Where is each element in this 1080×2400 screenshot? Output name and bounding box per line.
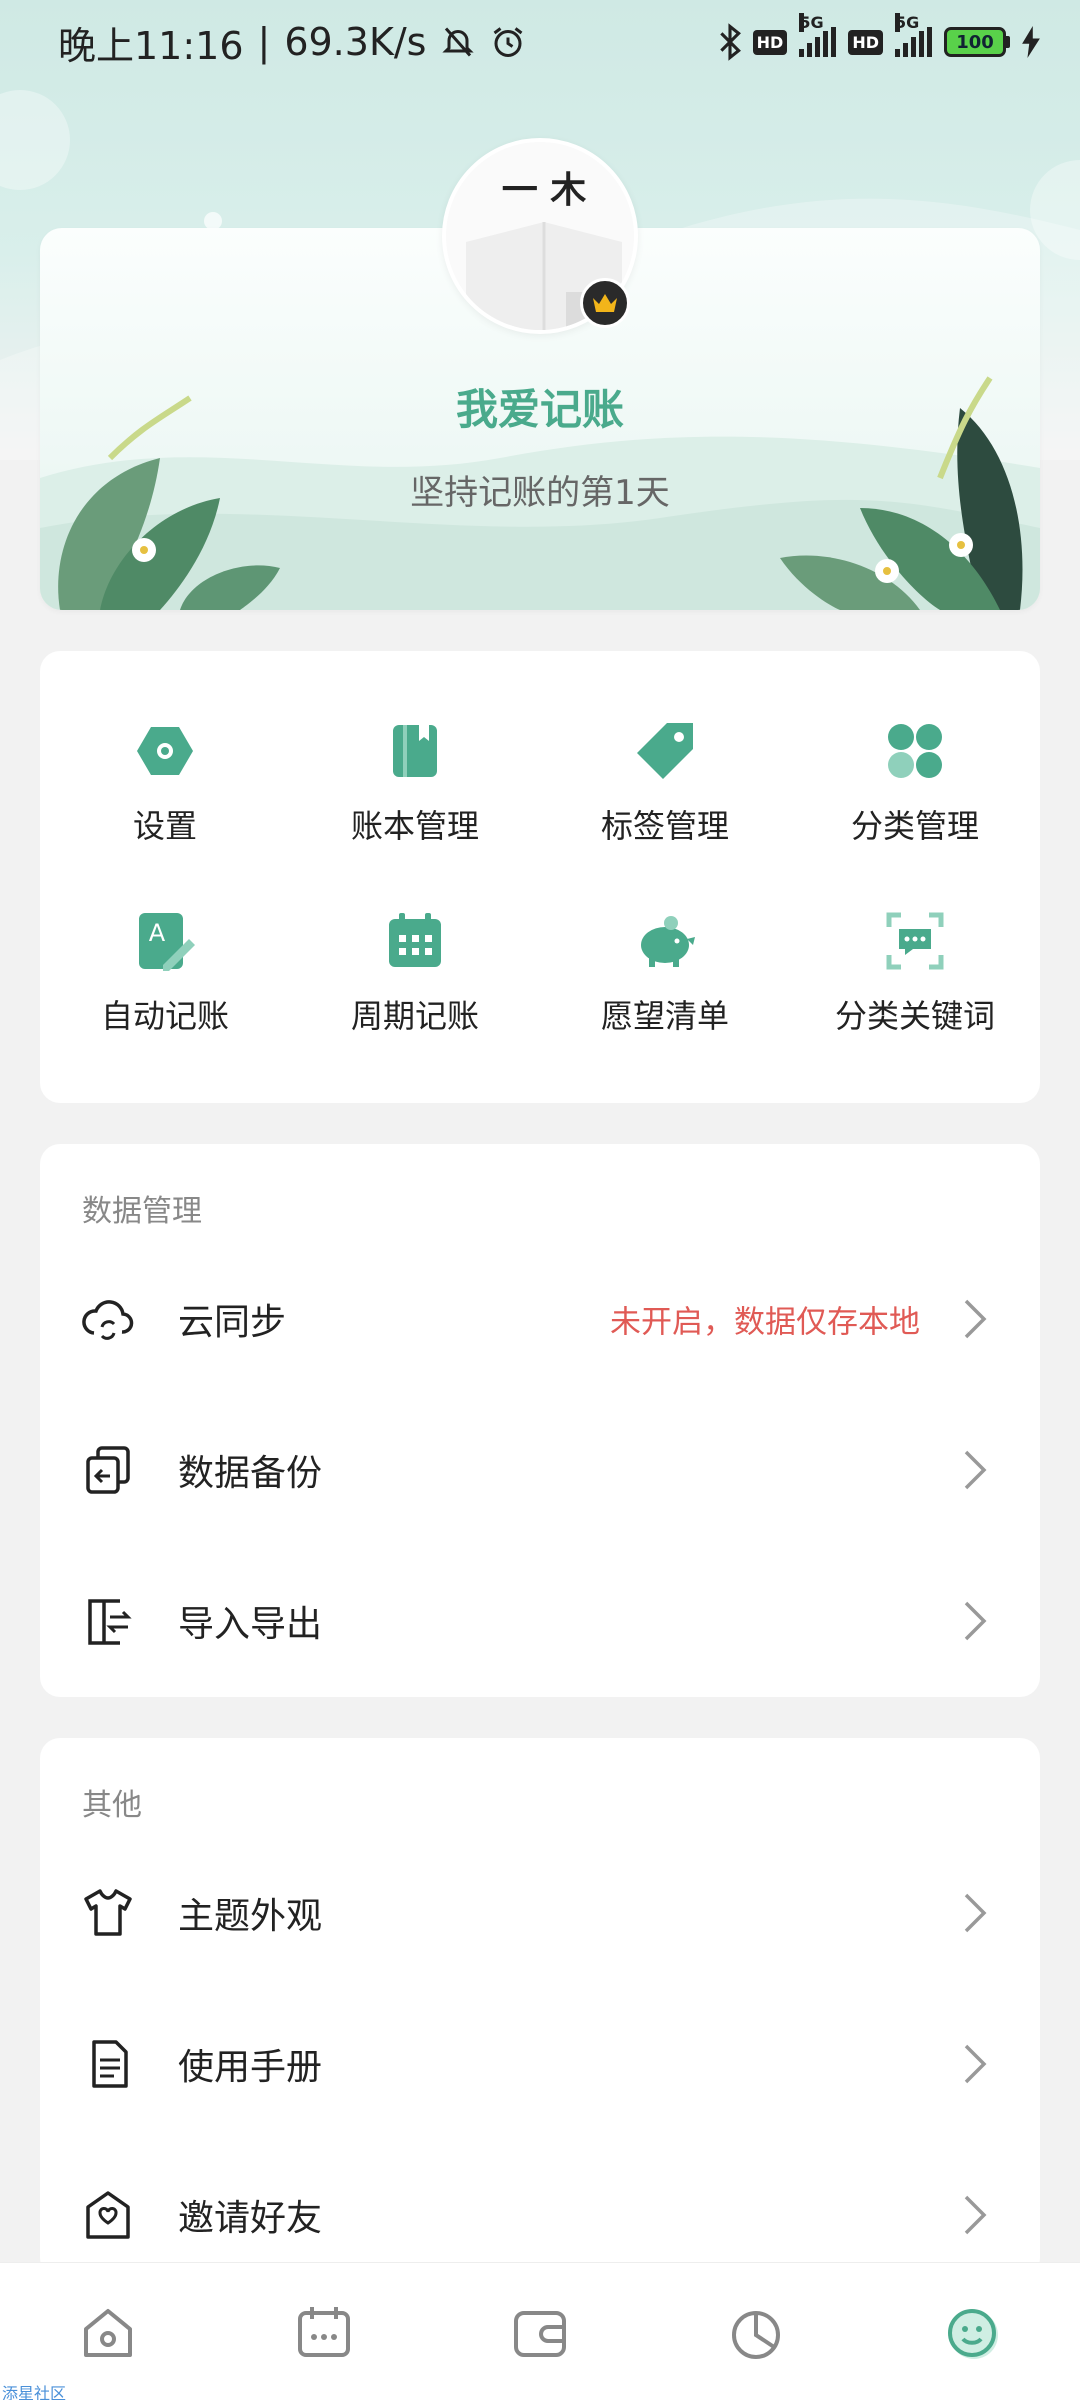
signal-1-icon: 5G — [799, 13, 837, 57]
grid-item-wishlist[interactable]: 愿望清单 — [540, 909, 790, 1037]
hd-badge-1: HD — [752, 29, 788, 55]
grid-item-categories[interactable]: 分类管理 — [790, 719, 1040, 847]
row-label: 主题外观 — [178, 1896, 323, 1937]
profile-face-icon[interactable] — [940, 2301, 1004, 2365]
calendar-icon — [389, 913, 441, 967]
settings-hex-icon — [137, 727, 193, 775]
status-speed: 69.3K/s — [284, 20, 427, 64]
svg-text:A: A — [149, 919, 166, 947]
section-title-data: 数据管理 — [82, 1194, 202, 1229]
grid-item-tags[interactable]: 标签管理 — [540, 719, 790, 847]
row-label: 数据备份 — [178, 1453, 323, 1494]
battery-icon: 100 — [944, 27, 1010, 57]
bottom-navigation — [0, 2262, 1080, 2400]
row-manual[interactable]: 使用手册 — [40, 1989, 1040, 2139]
wallet-icon[interactable] — [508, 2301, 572, 2365]
row-label: 使用手册 — [178, 2047, 323, 2088]
pie-chart-icon[interactable] — [724, 2301, 788, 2365]
keyword-scan-icon — [886, 912, 944, 970]
charging-icon — [1022, 26, 1040, 58]
chevron-right-icon — [964, 2044, 987, 2084]
watermark: 添星社区 — [2, 2384, 67, 2400]
row-label: 导入导出 — [178, 1604, 323, 1645]
row-theme[interactable]: 主题外观 — [40, 1838, 1040, 1988]
mute-bell-icon — [442, 27, 475, 57]
other-section: 其他 主题外观 使用手册 邀请好友 — [40, 1738, 1040, 2278]
grid-item-periodic[interactable]: 周期记账 — [290, 909, 540, 1037]
profile-subtitle: 坚持记账的第1天 — [410, 473, 670, 513]
hd-badge-2: HD — [848, 29, 883, 55]
manual-icon — [92, 2040, 128, 2088]
chevron-right-icon — [964, 1450, 987, 1490]
home-icon[interactable] — [76, 2301, 140, 2365]
status-bar: 晚上11:16 | 69.3K/s HD 5G HD 5G 100 — [0, 0, 1080, 84]
alarm-icon — [494, 27, 523, 57]
backup-icon — [86, 1446, 130, 1494]
calendar-nav-icon[interactable] — [292, 2301, 356, 2365]
section-title-other: 其他 — [82, 1788, 142, 1823]
signal-2-icon: 5G — [895, 13, 932, 57]
cloud-sync-icon — [82, 1300, 134, 1340]
auto-write-icon: A — [139, 913, 195, 971]
grid-item-settings[interactable]: 设置 — [40, 719, 290, 847]
grid-item-auto-record[interactable]: A 自动记账 — [40, 909, 290, 1037]
data-management-section: 数据管理 云同步 未开启，数据仅存本地 数据备份 导入导出 — [40, 1144, 1040, 1697]
bluetooth-icon — [719, 23, 741, 61]
piggy-bank-icon — [641, 916, 695, 967]
chevron-right-icon — [964, 1601, 987, 1641]
row-label: 云同步 — [178, 1302, 287, 1343]
status-time: 晚上11:16 — [58, 23, 244, 68]
shirt-icon — [84, 1889, 132, 1936]
chevron-right-icon — [964, 1299, 987, 1339]
feature-grid: 设置 账本管理 标签管理 分类管理 A 自动记账 周期记账 愿望清单 分类关键词 — [40, 651, 1040, 1103]
chevron-right-icon — [964, 2195, 987, 2235]
row-import-export[interactable]: 导入导出 — [40, 1546, 1040, 1696]
crown-icon — [580, 278, 630, 328]
grid-item-keywords[interactable]: 分类关键词 — [790, 909, 1040, 1037]
cloud-sync-status: 未开启，数据仅存本地 — [610, 1304, 920, 1341]
chevron-right-icon — [964, 1893, 987, 1933]
row-cloud-sync[interactable]: 云同步 未开启，数据仅存本地 — [40, 1244, 1040, 1394]
grid-item-ledger[interactable]: 账本管理 — [290, 719, 540, 847]
invite-icon — [86, 2191, 130, 2239]
tag-icon — [637, 723, 693, 779]
category-icon — [888, 724, 942, 778]
row-label: 邀请好友 — [178, 2198, 323, 2239]
profile-name: 我爱记账 — [455, 385, 624, 434]
book-icon — [393, 725, 437, 777]
avatar-text: 一 木 — [502, 170, 587, 211]
row-data-backup[interactable]: 数据备份 — [40, 1395, 1040, 1545]
import-export-icon — [88, 1599, 132, 1645]
